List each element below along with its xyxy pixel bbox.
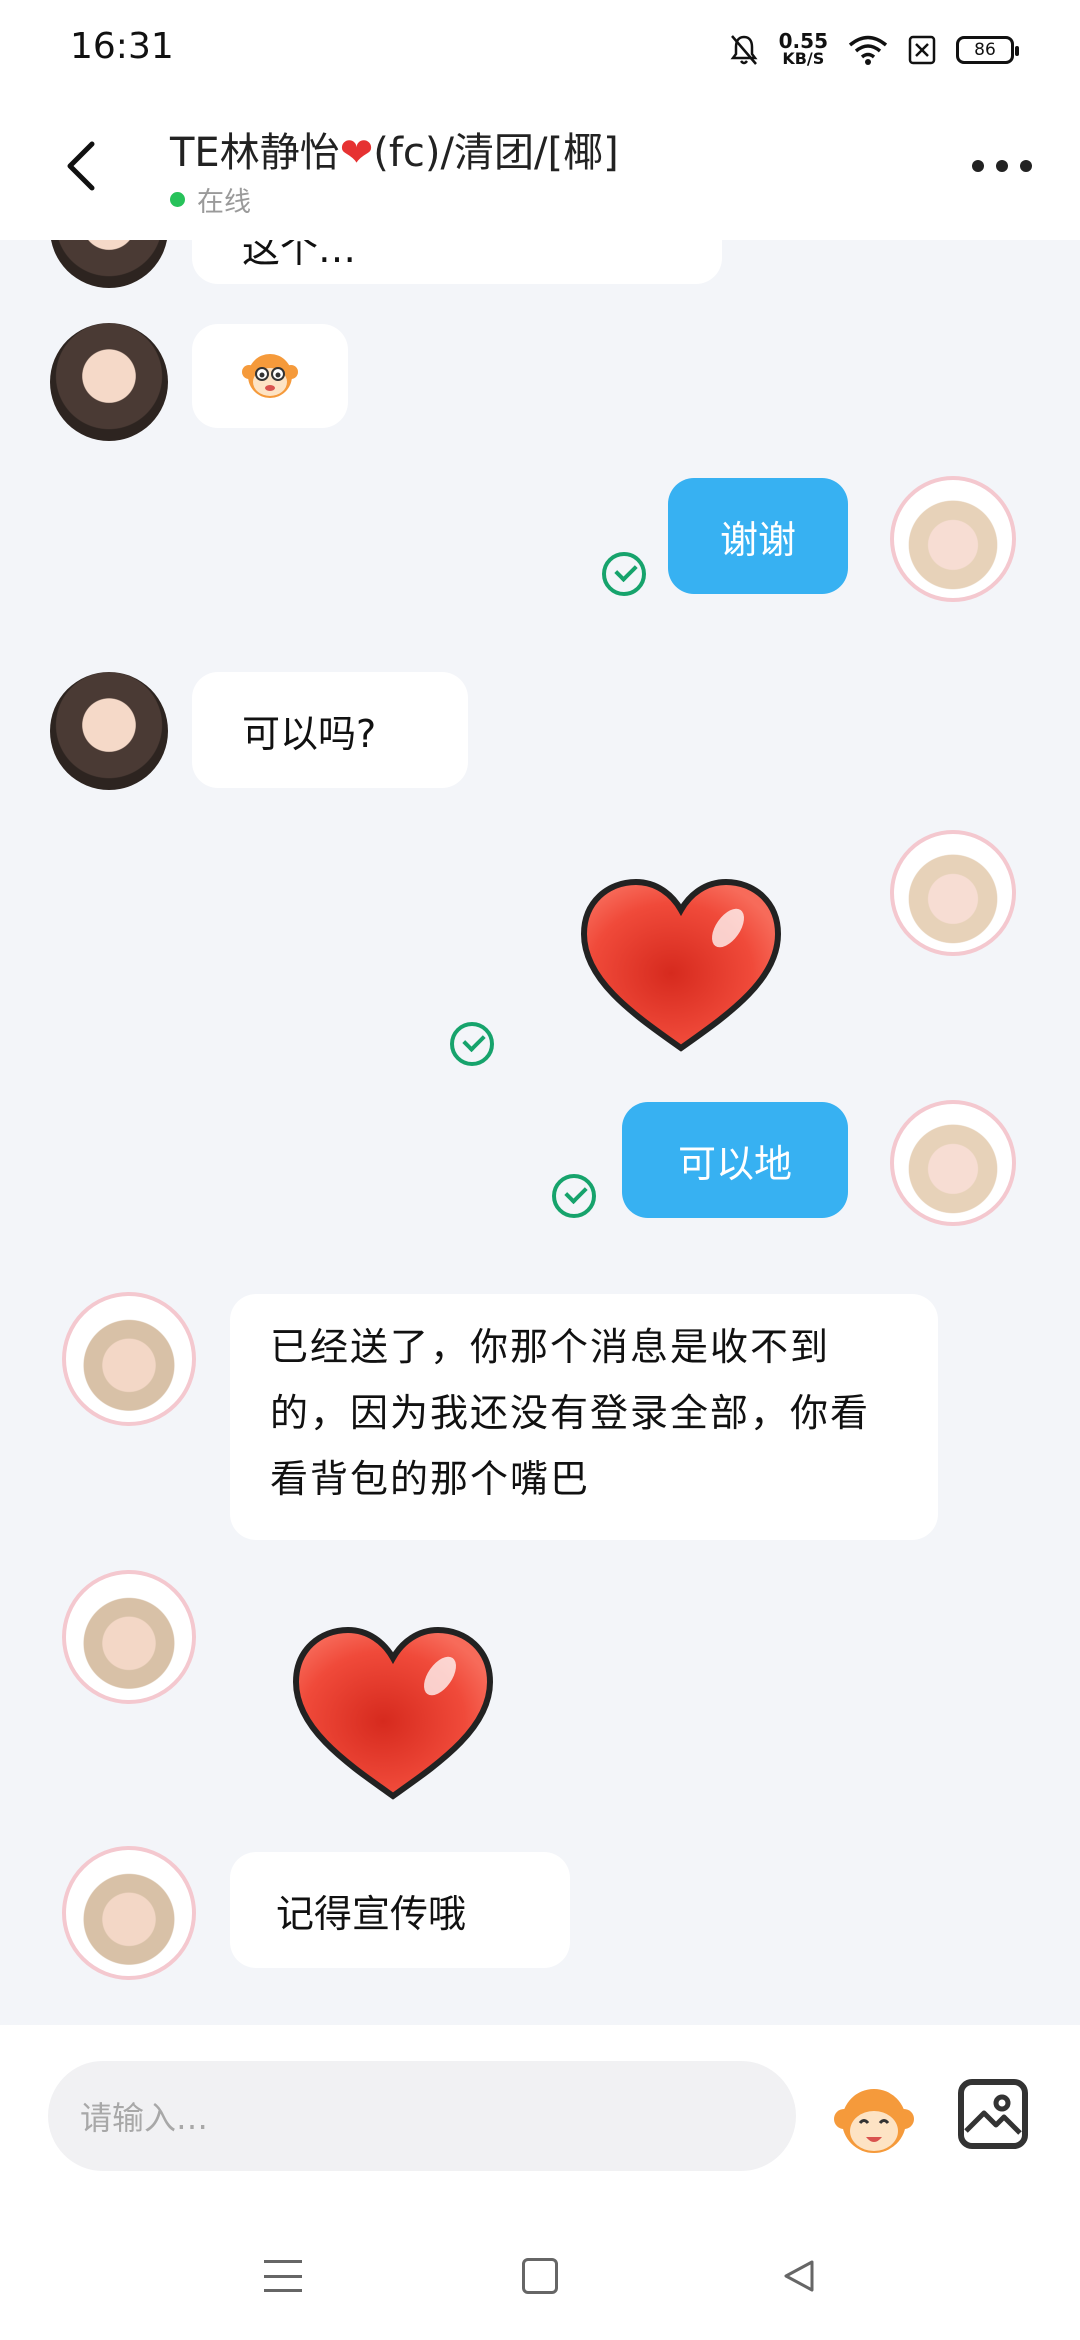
online-dot bbox=[170, 192, 185, 207]
status-time: 16:31 bbox=[70, 26, 174, 67]
message-bubble[interactable]: 已经送了，你那个消息是收不到的，因为我还没有登录全部，你看看背包的那个嘴巴 bbox=[230, 1294, 938, 1540]
message-text: 谢谢 bbox=[719, 517, 796, 562]
monkey-emoji-icon bbox=[242, 354, 298, 398]
status-bar: 16:31 0.55 KB/S 86 bbox=[0, 0, 1080, 96]
message-text: 已经送了，你那个消息是收不到的，因为我还没有登录全部，你看看背包的那个嘴巴 bbox=[270, 1325, 871, 1501]
heart-icon[interactable] bbox=[576, 876, 786, 1056]
contact-avatar[interactable] bbox=[62, 1570, 196, 1704]
message-text: 记得宣传哦 bbox=[276, 1891, 467, 1936]
contact-name-part1: TE林静怡 bbox=[170, 130, 340, 176]
online-status-text: 在线 bbox=[197, 187, 251, 218]
back-arrow-icon[interactable] bbox=[56, 136, 108, 196]
my-message-bubble[interactable]: 谢谢 bbox=[668, 478, 848, 594]
chat-screen: 16:31 0.55 KB/S 86 TE林静怡❤(fc)/清团/[椰] 在线 … bbox=[0, 0, 1080, 2340]
battery-indicator: 86 bbox=[956, 36, 1019, 64]
home-icon[interactable] bbox=[522, 2258, 558, 2294]
heart-icon[interactable] bbox=[288, 1624, 498, 1804]
image-glyph-icon bbox=[964, 2094, 1022, 2135]
contact-name-part2: (fc)/清团/[椰] bbox=[373, 130, 619, 176]
message-list[interactable]: 这个… 谢谢 可以吗? 可以地 已经送了，你那个消息是收不到的，因为我还没有登录… bbox=[0, 240, 1080, 2025]
contact-name[interactable]: TE林静怡❤(fc)/清团/[椰] bbox=[170, 120, 619, 178]
message-input[interactable]: 请输入… bbox=[48, 2061, 796, 2171]
message-text: 可以地 bbox=[677, 1141, 792, 1186]
message-bubble[interactable] bbox=[192, 324, 348, 428]
image-button-icon[interactable] bbox=[958, 2079, 1028, 2149]
no-sim-icon bbox=[908, 35, 936, 65]
my-avatar[interactable] bbox=[890, 830, 1016, 956]
message-bubble[interactable]: 记得宣传哦 bbox=[230, 1852, 570, 1968]
read-check-icon bbox=[602, 552, 646, 596]
message-bubble[interactable]: 可以吗? bbox=[192, 672, 468, 788]
read-check-icon bbox=[450, 1022, 494, 1066]
heart-emoji-icon: ❤ bbox=[339, 130, 374, 176]
online-status: 在线 bbox=[170, 180, 251, 219]
system-nav-bar bbox=[0, 2210, 1080, 2340]
contact-avatar[interactable] bbox=[62, 1292, 196, 1426]
bell-muted-icon bbox=[730, 35, 758, 65]
contact-avatar[interactable] bbox=[50, 323, 168, 441]
wifi-icon bbox=[848, 35, 888, 65]
emoji-button-icon[interactable] bbox=[832, 2075, 916, 2159]
status-icons: 0.55 KB/S 86 bbox=[729, 26, 1019, 74]
input-bar: 请输入… bbox=[0, 2025, 1080, 2210]
recent-apps-icon[interactable] bbox=[264, 2260, 302, 2292]
read-check-icon bbox=[552, 1174, 596, 1218]
my-message-bubble[interactable]: 可以地 bbox=[622, 1102, 848, 1218]
network-speed: 0.55 KB/S bbox=[778, 29, 828, 68]
my-avatar[interactable] bbox=[890, 1100, 1016, 1226]
nav-back-icon[interactable] bbox=[780, 2258, 816, 2294]
message-text: 可以吗? bbox=[242, 711, 377, 756]
contact-avatar[interactable] bbox=[62, 1846, 196, 1980]
message-text: 这个… bbox=[242, 240, 357, 271]
more-options-icon[interactable] bbox=[972, 156, 1032, 176]
chat-header: TE林静怡❤(fc)/清团/[椰] 在线 bbox=[0, 96, 1080, 240]
my-avatar[interactable] bbox=[890, 476, 1016, 602]
contact-avatar[interactable] bbox=[50, 240, 168, 288]
contact-avatar[interactable] bbox=[50, 672, 168, 790]
message-bubble[interactable]: 这个… bbox=[192, 240, 722, 284]
